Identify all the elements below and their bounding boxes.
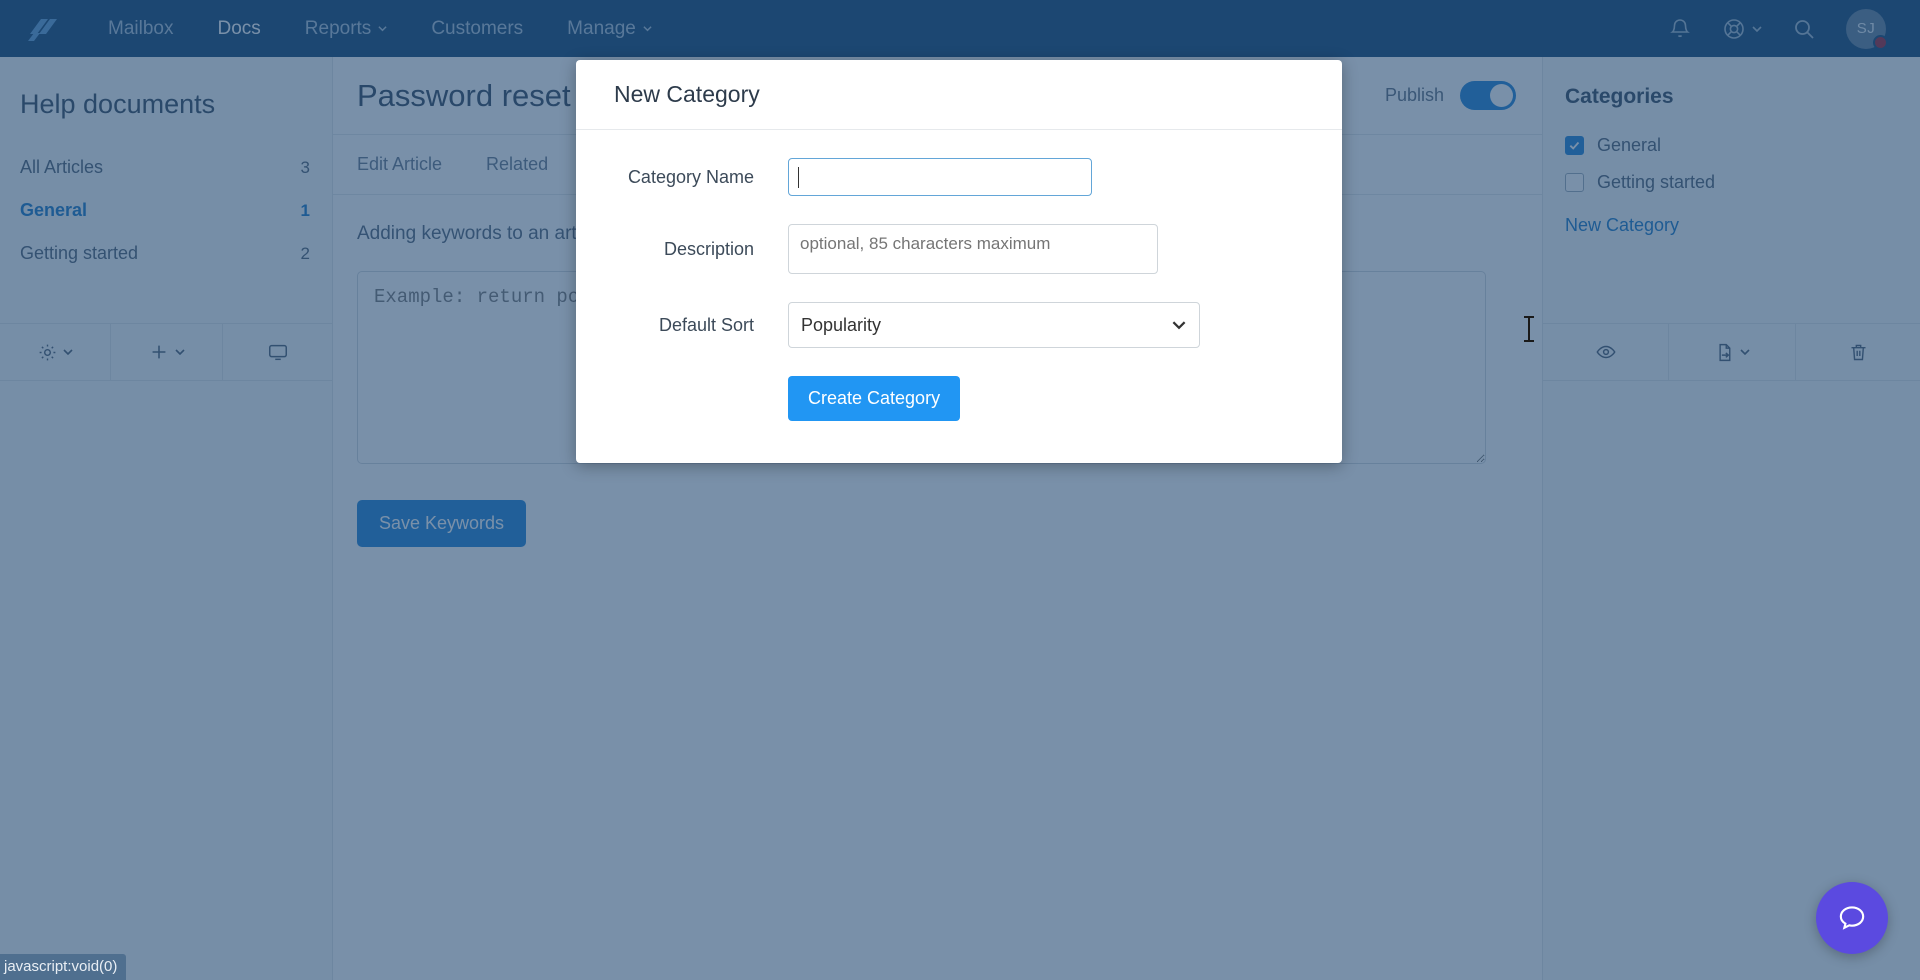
chat-widget-button[interactable] bbox=[1816, 882, 1888, 954]
modal-title: New Category bbox=[576, 60, 1342, 130]
description-row: Description bbox=[614, 224, 1304, 274]
default-sort-row: Default Sort PopularityAlphabeticalNewes… bbox=[614, 302, 1304, 348]
modal-body: Category Name Description Default Sort P… bbox=[576, 130, 1342, 463]
new-category-modal: New Category Category Name Description D… bbox=[576, 60, 1534, 463]
chat-bubble-icon bbox=[1839, 906, 1865, 930]
default-sort-select[interactable]: PopularityAlphabeticalNewestOldestManual bbox=[788, 302, 1200, 348]
browser-status-bar: javascript:void(0) bbox=[0, 954, 127, 980]
category-name-label: Category Name bbox=[627, 166, 754, 187]
text-caret bbox=[798, 167, 799, 188]
category-name-input[interactable] bbox=[788, 158, 1092, 196]
mouse-text-cursor bbox=[1524, 316, 1534, 342]
category-name-row: Category Name bbox=[614, 158, 1304, 196]
create-category-button[interactable]: Create Category bbox=[788, 376, 961, 421]
app-root: Mailbox Docs Reports Customers Manage bbox=[0, 0, 1920, 980]
description-input[interactable] bbox=[788, 224, 1158, 274]
default-sort-select-wrapper: PopularityAlphabeticalNewestOldestManual bbox=[788, 302, 1200, 348]
description-label: Description bbox=[663, 238, 754, 259]
default-sort-label: Default Sort bbox=[658, 314, 754, 335]
